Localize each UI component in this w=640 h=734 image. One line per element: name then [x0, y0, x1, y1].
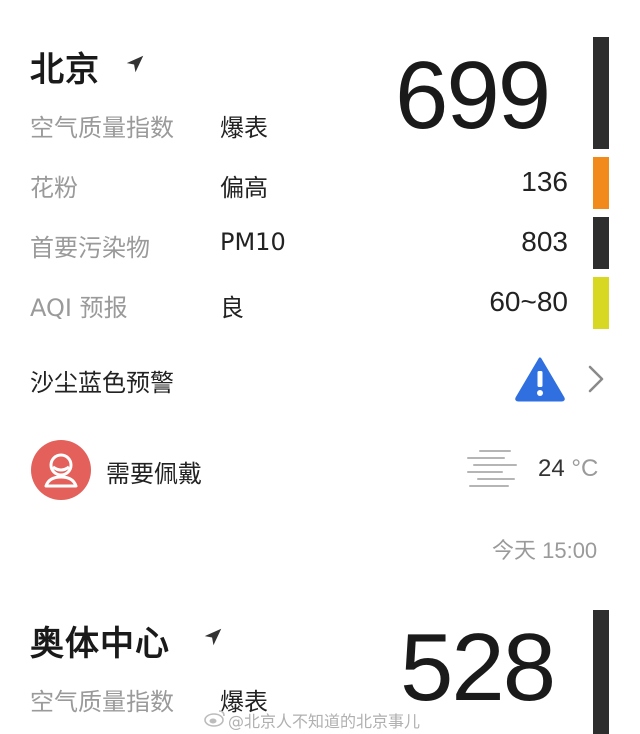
primary-pollutant-value: 803 — [521, 226, 568, 257]
alert-text: 沙尘蓝色预警 — [30, 369, 174, 397]
mask-person-icon — [31, 440, 91, 500]
weibo-logo-icon — [204, 710, 225, 727]
aqi-level-text: 爆表 — [220, 114, 268, 142]
pollutant-level-bar — [593, 217, 609, 269]
city-name: 北京 — [30, 50, 100, 90]
aqi-label: 空气质量指数 — [30, 688, 174, 716]
aqi-level-bar — [593, 37, 609, 149]
temperature-unit: °C — [571, 455, 599, 482]
location-arrow-icon — [126, 55, 144, 73]
forecast-level-bar — [593, 277, 609, 329]
aqi-forecast-range: 60~80 — [489, 286, 568, 317]
haze-icon — [467, 450, 517, 487]
pollen-value: 136 — [521, 166, 568, 197]
temperature: 24 °C — [538, 455, 598, 483]
aqi-level-bar — [593, 610, 609, 734]
mask-advice-text: 需要佩戴 — [106, 460, 202, 488]
pollen-level-text: 偏高 — [220, 174, 268, 202]
aqi-forecast-level: 良 — [220, 294, 244, 322]
aqi-value: 528 — [400, 614, 556, 721]
update-time: 今天 15:00 — [492, 538, 598, 563]
temperature-value: 24 — [538, 455, 565, 482]
watermark-text: @北京人不知道的北京事儿 — [228, 712, 421, 731]
aqi-forecast-label: AQI 预报 — [30, 294, 128, 322]
pollen-level-bar — [593, 157, 609, 209]
pollen-label: 花粉 — [30, 174, 78, 202]
aqi-label: 空气质量指数 — [30, 114, 174, 142]
city-name: 奥体中心 — [30, 624, 170, 664]
location-arrow-icon — [204, 628, 222, 646]
chevron-right-icon[interactable] — [586, 364, 606, 394]
primary-pollutant-label: 首要污染物 — [30, 234, 150, 262]
aqi-value: 699 — [395, 42, 551, 149]
primary-pollutant-name: PM10 — [220, 228, 286, 256]
warning-triangle-icon — [515, 357, 565, 402]
